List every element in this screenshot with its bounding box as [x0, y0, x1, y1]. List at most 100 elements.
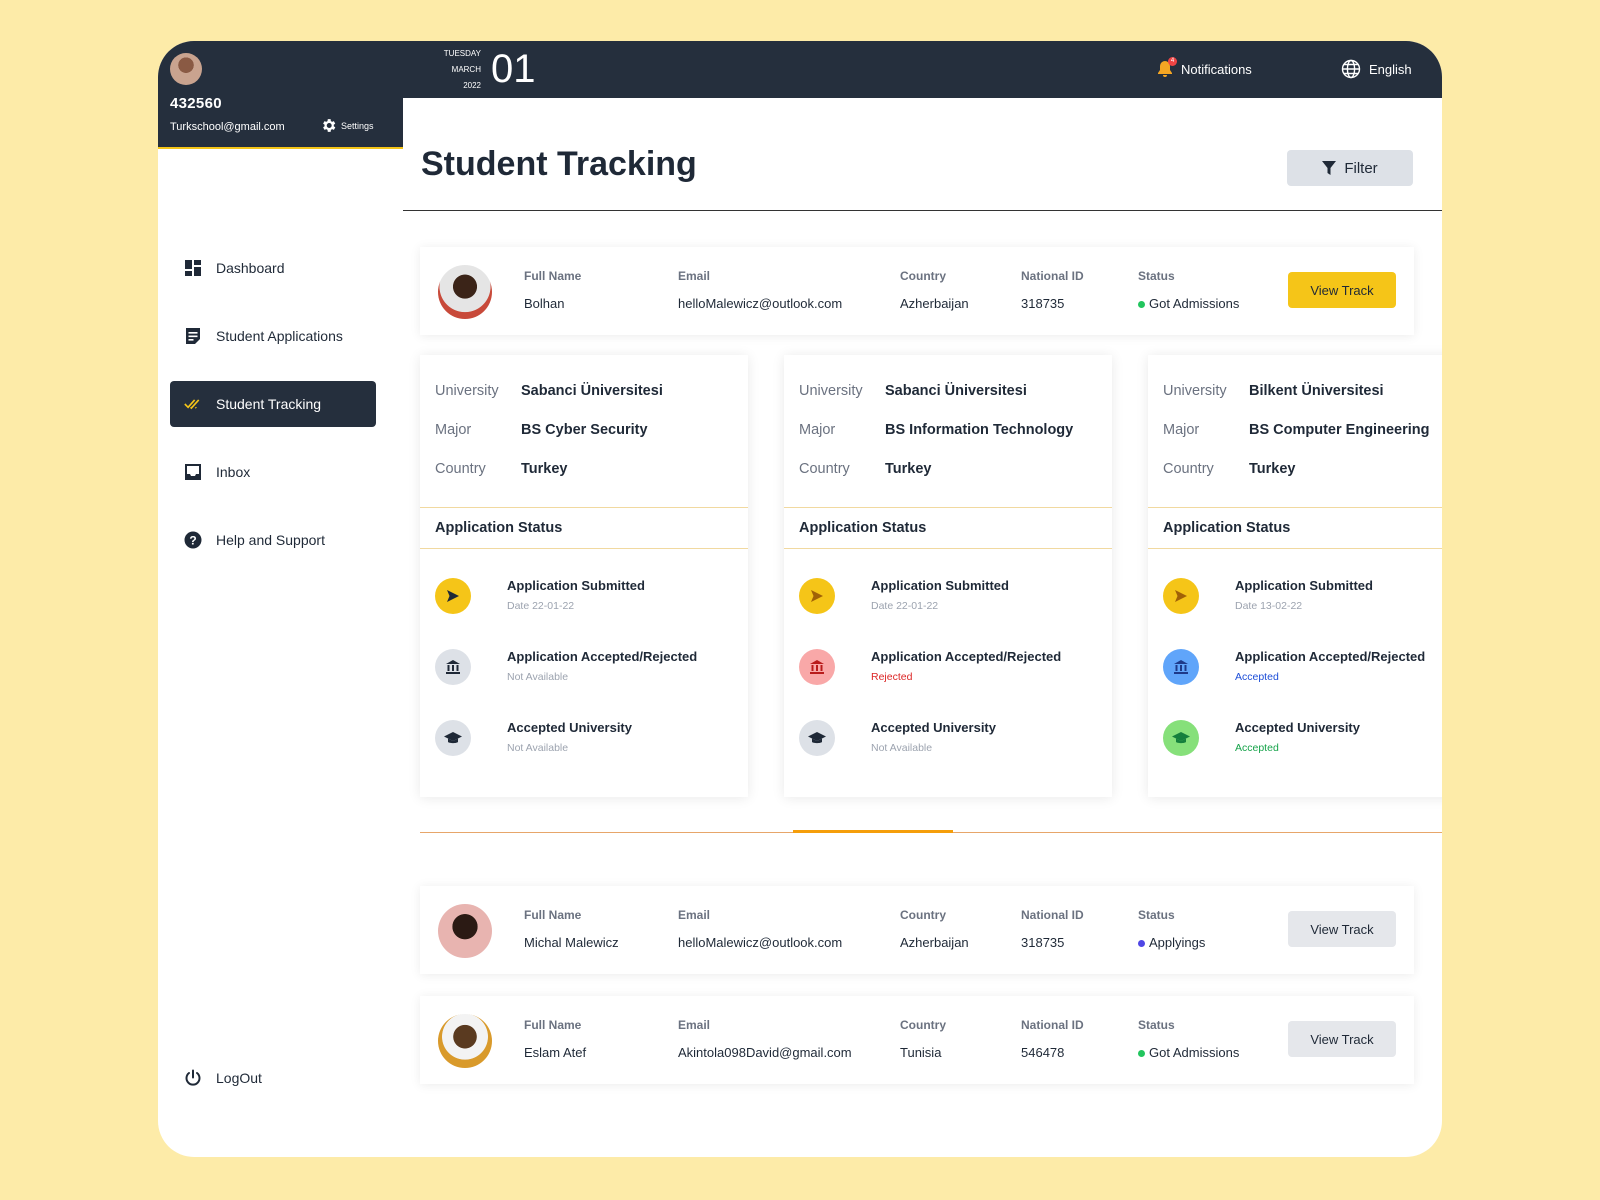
national-id-label: National ID: [1021, 1018, 1084, 1032]
student-avatar: [438, 1014, 492, 1068]
application-status-heading: Application Status: [420, 507, 748, 549]
major-label: Major: [799, 422, 836, 438]
filter-button[interactable]: Filter: [1287, 150, 1413, 186]
view-track-button[interactable]: View Track: [1288, 272, 1396, 308]
user-email: Turkschool@gmail.com: [170, 121, 285, 133]
sidebar-item-label: Student Applications: [216, 328, 343, 344]
step-title: Application Submitted: [1235, 578, 1373, 593]
step-title: Application Accepted/Rejected: [1235, 649, 1426, 664]
status-badge: Applyings: [1138, 935, 1205, 950]
university-value: Bilkent Üniversitesi: [1249, 383, 1384, 399]
student-avatar: [438, 904, 492, 958]
email-label: Email: [678, 269, 711, 283]
send-icon: [799, 578, 835, 614]
country-value: Azherbaijan: [900, 296, 969, 311]
date-month: MARCH: [451, 65, 481, 74]
country-value: Turkey: [1249, 461, 1296, 477]
sidebar-item-student-tracking[interactable]: Student Tracking: [170, 381, 376, 427]
application-card: University Bilkent Üniversitesi Major BS C…: [1148, 355, 1442, 797]
send-icon: [1163, 578, 1199, 614]
step-status: Not Available: [507, 671, 569, 683]
national-id-value: 546478: [1021, 1045, 1065, 1060]
application-status-heading: Application Status: [1148, 507, 1442, 549]
step-status: Rejected: [871, 671, 913, 683]
student-row: Full Name Bolhan Email helloMalewicz@out…: [420, 247, 1414, 335]
sidebar-item-dashboard[interactable]: Dashboard: [170, 245, 376, 291]
country-label: Country: [799, 461, 850, 477]
email-column: Email helloMalewicz@outlook.com: [678, 269, 842, 311]
country-column: Country Azherbaijan: [900, 908, 969, 950]
user-id: 432560: [170, 95, 222, 112]
major-field: Major BS Information Technology: [799, 422, 1073, 438]
major-field: Major BS Computer Engineering: [1163, 422, 1429, 438]
major-value: BS Cyber Security: [521, 422, 648, 438]
country-value: Turkey: [885, 461, 932, 477]
step-status: Accepted: [1235, 742, 1279, 754]
student-row: Full Name Eslam Atef Email Akintola098Da…: [420, 996, 1414, 1084]
graduation-cap-icon: [799, 720, 835, 756]
sidebar-item-inbox[interactable]: Inbox: [170, 449, 376, 495]
university-field: University Sabanci Üniversitesi: [799, 383, 1027, 399]
view-track-button[interactable]: View Track: [1288, 1021, 1396, 1057]
double-check-icon: [184, 395, 202, 413]
country-value: Azherbaijan: [900, 935, 969, 950]
view-track-button[interactable]: View Track: [1288, 911, 1396, 947]
bank-icon: [799, 649, 835, 685]
full-name-label: Full Name: [524, 1018, 582, 1032]
status-value: Got Admissions: [1149, 296, 1240, 311]
settings-button[interactable]: Settings: [320, 117, 374, 134]
status-dot: [1138, 301, 1145, 309]
full-name-column: Full Name Eslam Atef: [524, 1018, 586, 1060]
step-decision: Application Accepted/Rejected Accepted: [1163, 647, 1442, 687]
date-day-number: 01: [491, 47, 536, 91]
step-title: Application Accepted/Rejected: [871, 649, 1062, 664]
email-value: helloMalewicz@outlook.com: [678, 296, 843, 311]
status-label: Status: [1138, 1018, 1175, 1032]
national-id-column: National ID 318735: [1021, 269, 1084, 311]
language-selector[interactable]: English: [1341, 59, 1412, 79]
national-id-column: National ID 318735: [1021, 908, 1084, 950]
full-name-column: Full Name Bolhan: [524, 269, 581, 311]
major-value: BS Computer Engineering: [1249, 422, 1430, 438]
status-dot: [1138, 940, 1145, 948]
globe-icon: [1341, 59, 1361, 79]
sidebar-item-help[interactable]: ? Help and Support: [170, 517, 376, 563]
notification-count-badge: 4: [1168, 57, 1177, 66]
app-window: 432560 Turkschool@gmail.com Settings TUE…: [158, 41, 1442, 1157]
step-accepted-university: Accepted University Not Available: [799, 718, 1109, 758]
status-column: Status Applyings: [1138, 908, 1205, 950]
step-status: Not Available: [871, 742, 933, 754]
notifications-button[interactable]: 4 Notifications: [1157, 57, 1252, 78]
step-title: Application Accepted/Rejected: [507, 649, 698, 664]
step-date: Date 22-01-22: [507, 600, 575, 612]
status-column: Status Got Admissions: [1138, 1018, 1239, 1060]
bank-icon: [435, 649, 471, 685]
graduation-cap-icon: [1163, 720, 1199, 756]
send-icon: [435, 578, 471, 614]
graduation-cap-icon: [435, 720, 471, 756]
gear-icon: [323, 119, 336, 132]
country-field: Country Turkey: [799, 461, 931, 477]
email-column: Email helloMalewicz@outlook.com: [678, 908, 842, 950]
country-value: Tunisia: [900, 1045, 942, 1060]
user-avatar[interactable]: [170, 53, 202, 85]
logout-label: LogOut: [216, 1070, 262, 1086]
sidebar-item-student-applications[interactable]: Student Applications: [170, 313, 376, 359]
filter-label: Filter: [1344, 159, 1378, 177]
bell-icon: 4: [1157, 57, 1177, 78]
national-id-label: National ID: [1021, 269, 1084, 283]
university-label: University: [1163, 383, 1227, 399]
national-id-label: National ID: [1021, 908, 1084, 922]
help-icon: ?: [184, 531, 202, 549]
logout-button[interactable]: LogOut: [184, 1069, 262, 1087]
country-label: Country: [900, 1018, 946, 1032]
application-card: University Sabanci Üniversitesi Major BS C…: [420, 355, 748, 797]
major-label: Major: [1163, 422, 1200, 438]
card-scroll-thumb[interactable]: [793, 830, 953, 833]
status-label: Status: [1138, 908, 1175, 922]
country-column: Country Tunisia: [900, 1018, 946, 1060]
university-field: University Sabanci Üniversitesi: [435, 383, 663, 399]
divider: [403, 210, 1442, 211]
status-label: Status: [1138, 269, 1175, 283]
country-value: Turkey: [521, 461, 568, 477]
